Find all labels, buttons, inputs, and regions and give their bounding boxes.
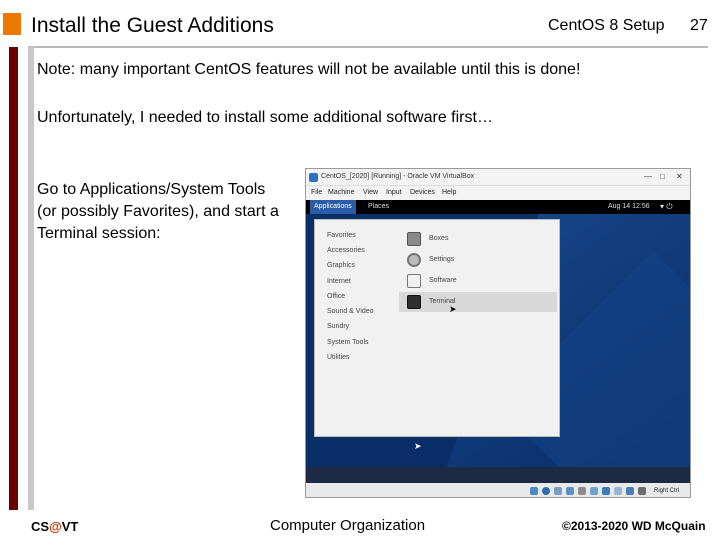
settings-icon [407, 253, 421, 267]
category-system-tools[interactable]: System Tools [327, 339, 369, 346]
app-label: Boxes [429, 235, 449, 242]
vm-window-title: CentOS_[2020] [Running] - Oracle VM Virt… [321, 173, 475, 180]
places-menu-button[interactable]: Places [368, 203, 389, 210]
network-icon[interactable] [566, 487, 574, 495]
menu-input[interactable]: Input [386, 189, 402, 196]
minimize-icon[interactable]: — [644, 172, 652, 181]
app-software[interactable]: Software [399, 271, 557, 291]
menu-devices[interactable]: Devices [410, 189, 435, 196]
mouse-cursor-icon: ➤ [414, 441, 422, 451]
category-office[interactable]: Office [327, 293, 345, 300]
category-internet[interactable]: Internet [327, 278, 351, 285]
note-text: Note: many important CentOS features wil… [37, 61, 581, 78]
left-maroon-bar [9, 47, 18, 510]
category-utilities[interactable]: Utilities [327, 354, 350, 361]
footer-at: @ [49, 519, 62, 534]
boxes-icon [407, 232, 421, 246]
maximize-icon[interactable]: □ [660, 172, 665, 181]
menu-file[interactable]: File [311, 189, 322, 196]
host-key-label: Right Ctrl [654, 488, 680, 494]
header-rule [28, 46, 708, 48]
footer-course-name: Computer Organization [270, 517, 426, 534]
audio-icon[interactable] [554, 487, 562, 495]
footer-cs: CS [31, 519, 50, 534]
mouse-integration-icon[interactable] [638, 487, 646, 495]
virtualbox-logo-icon [309, 173, 318, 182]
app-boxes[interactable]: Boxes [399, 229, 557, 249]
menu-machine[interactable]: Machine [328, 189, 354, 196]
hdd-icon[interactable] [530, 487, 538, 495]
menu-help[interactable]: Help [442, 189, 456, 196]
app-settings[interactable]: Settings [399, 250, 557, 270]
applications-dropdown: Favorites Accessories Graphics Internet … [314, 219, 560, 437]
course-title: CentOS 8 Setup [548, 17, 665, 34]
vm-statusbar: Right Ctrl [306, 483, 690, 497]
gnome-top-bar: Applications Places Aug 14 12:56 ▾ ⏻ [306, 200, 690, 214]
slide-title: Install the Guest Additions [31, 14, 274, 37]
app-label: Settings [429, 256, 455, 263]
app-label: Software [429, 277, 457, 284]
applications-menu-button[interactable]: Applications [310, 200, 356, 214]
recording-icon[interactable] [614, 487, 622, 495]
software-icon [407, 274, 421, 288]
slide-number: 27 [690, 17, 708, 34]
title-accent-square [3, 13, 21, 35]
footer-left: CS@VT [31, 519, 78, 534]
instruction-text: Go to Applications/System Tools (or poss… [37, 181, 279, 242]
menu-view[interactable]: View [363, 189, 378, 196]
close-icon[interactable]: ✕ [676, 172, 683, 181]
vm-screenshot: CentOS_[2020] [Running] - Oracle VM Virt… [305, 168, 691, 498]
unfortunately-text: Unfortunately, I needed to install some … [37, 109, 493, 126]
vm-menubar: File Machine View Input Devices Help [306, 186, 690, 200]
usb-icon[interactable] [578, 487, 586, 495]
clock[interactable]: Aug 14 12:56 [608, 203, 650, 210]
category-sundry[interactable]: Sundry [327, 323, 349, 330]
category-favorites[interactable]: Favorites [327, 232, 356, 239]
system-menu-icons[interactable]: ▾ ⏻ [660, 202, 673, 212]
footer-vt: VT [61, 519, 79, 534]
category-accessories[interactable]: Accessories [327, 247, 365, 254]
app-terminal[interactable]: Terminal [399, 292, 557, 312]
category-sound-video[interactable]: Sound & Video [327, 308, 374, 315]
terminal-icon [407, 295, 421, 309]
mouse-cursor-icon: ➤ [449, 304, 457, 314]
gnome-taskbar [306, 467, 690, 483]
shared-folders-icon[interactable] [590, 487, 598, 495]
vm-titlebar: CentOS_[2020] [Running] - Oracle VM Virt… [306, 169, 690, 186]
footer-copyright: ©2013-2020 WD McQuain [562, 519, 706, 533]
display-icon[interactable] [602, 487, 610, 495]
category-graphics[interactable]: Graphics [327, 262, 355, 269]
optical-drive-icon[interactable] [542, 487, 550, 495]
left-grey-bar [28, 47, 34, 510]
cpu-icon[interactable] [626, 487, 634, 495]
